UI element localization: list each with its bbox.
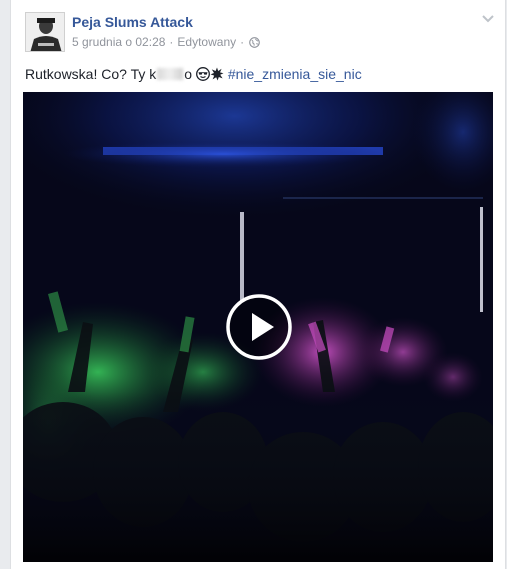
censored-word: [157, 68, 184, 80]
page-avatar[interactable]: [25, 12, 65, 52]
post-meta: 5 grudnia o 02:28 · Edytowany ·: [72, 35, 260, 49]
play-button[interactable]: [226, 294, 292, 360]
post-timestamp[interactable]: 5 grudnia o 02:28: [72, 35, 165, 49]
meta-separator: ·: [169, 35, 174, 49]
chevron-down-icon[interactable]: [481, 12, 495, 24]
post-text-start: Rutkowska! Co? Ty k: [25, 66, 157, 82]
edited-label[interactable]: Edytowany: [177, 35, 236, 49]
post-header: Peja Slums Attack 5 grudnia o 02:28 · Ed…: [25, 12, 495, 56]
video-player[interactable]: [23, 92, 493, 562]
explosion-emoji-icon: [210, 67, 224, 81]
post-text-end: o: [184, 66, 193, 82]
page-name-link[interactable]: Peja Slums Attack: [72, 14, 193, 30]
hashtag-link[interactable]: #nie_zmienia_sie_nic: [228, 66, 362, 82]
play-icon: [226, 294, 292, 360]
globe-icon[interactable]: [249, 36, 260, 48]
sunglasses-emoji-icon: [195, 67, 210, 81]
meta-separator: ·: [240, 35, 245, 49]
post-text: Rutkowska! Co? Ty k o #nie_zmienia_sie_ni…: [25, 66, 362, 82]
post-card: Peja Slums Attack 5 grudnia o 02:28 · Ed…: [10, 0, 506, 569]
